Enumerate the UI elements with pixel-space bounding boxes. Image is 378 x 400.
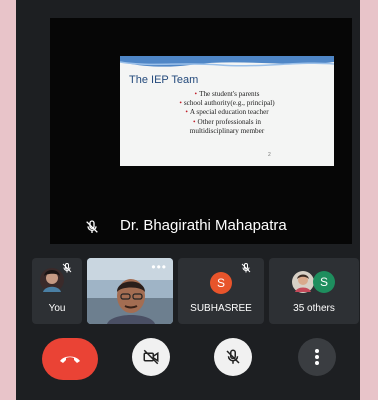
speaker-name-bar: Dr. Bhagirathi Mahapatra: [50, 210, 352, 244]
slide-bullet: • school authority(e.g., principal): [179, 99, 275, 108]
presentation-slide: The IEP Team • The student's parents • sch…: [120, 56, 334, 166]
participant-label: 35 others: [293, 303, 335, 314]
slide-number: 2: [268, 152, 271, 158]
phone-hangup-icon: [60, 356, 80, 363]
slide-header-decoration: [120, 56, 334, 67]
video-off-icon: [143, 349, 159, 365]
avatar: S: [313, 271, 335, 293]
participant-tile-subhasree[interactable]: S SUBHASREE: [178, 258, 264, 324]
participant-label: SUBHASREE: [190, 303, 252, 314]
toggle-mic-button[interactable]: [214, 338, 252, 376]
participant-tile-you[interactable]: You: [32, 258, 82, 324]
mic-off-icon: [241, 262, 251, 273]
slide-bullet: • Other professionals in multidisciplinar…: [189, 117, 265, 135]
end-call-button[interactable]: [42, 338, 98, 380]
presenter-tile[interactable]: The IEP Team • The student's parents • sch…: [50, 18, 352, 244]
participant-tile-others[interactable]: S 35 others: [269, 258, 359, 324]
meeting-screen: The IEP Team • The student's parents • sch…: [16, 0, 360, 400]
more-options-icon[interactable]: •••: [151, 260, 167, 274]
toggle-camera-button[interactable]: [132, 338, 170, 376]
slide-bullet: • The student's parents: [194, 90, 260, 98]
others-avatar-image: [292, 271, 314, 293]
more-options-button[interactable]: [298, 338, 336, 376]
slide-bullet-list: • The student's parents • school authority…: [120, 90, 334, 136]
slide-bullet: • A special education teacher: [185, 108, 269, 117]
slide-title: The IEP Team: [129, 74, 199, 86]
call-controls: [16, 338, 360, 380]
mic-off-icon: [62, 262, 72, 273]
mic-off-icon: [226, 349, 240, 364]
avatar: S: [210, 272, 232, 294]
more-vertical-icon: [315, 349, 319, 365]
participant-label: You: [48, 303, 66, 314]
participant-tile-video[interactable]: •••: [87, 258, 173, 324]
speaker-name: Dr. Bhagirathi Mahapatra: [120, 217, 287, 234]
mic-off-icon: [86, 220, 98, 233]
